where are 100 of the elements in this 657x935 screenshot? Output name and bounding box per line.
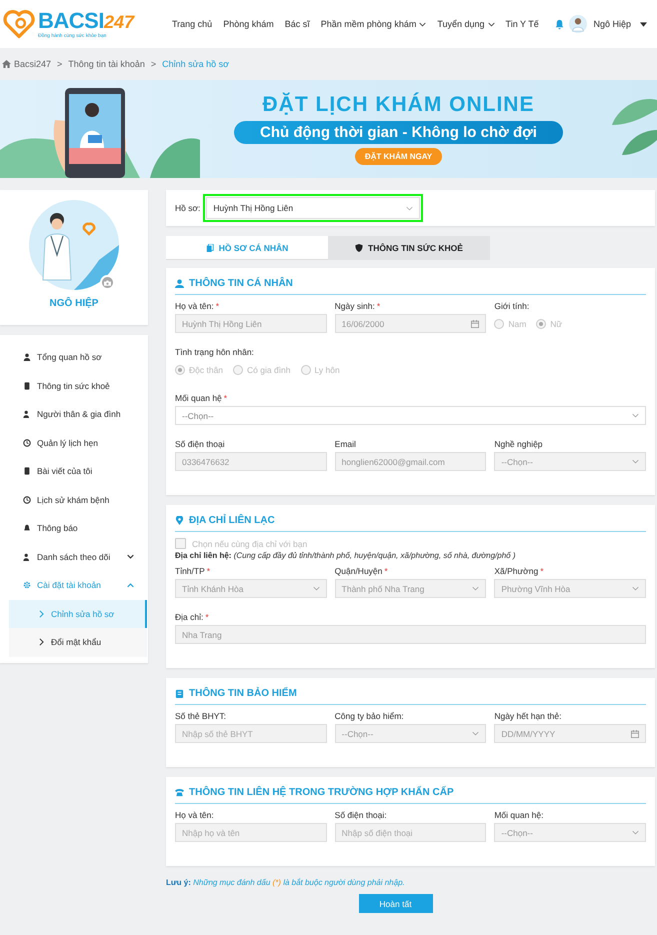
calendar-icon: [631, 730, 639, 738]
field-label: Xã/Phường: [494, 566, 538, 576]
menu-item-icon: [23, 353, 31, 362]
sidebar-item[interactable]: Tổng quan hồ sơ: [0, 343, 148, 372]
chevron-right-icon: [39, 638, 44, 646]
required-mark: *: [384, 566, 388, 576]
home-icon: [2, 60, 11, 68]
sidebar-item[interactable]: Thông báo: [0, 514, 148, 542]
field-label: Họ và tên:: [175, 301, 214, 311]
checkbox-label[interactable]: Chọn nếu cùng địa chỉ với bạn: [192, 538, 308, 548]
menu-item-icon: [23, 410, 31, 418]
record-label: Hồ sơ:: [175, 203, 200, 213]
breadcrumb-current: Chỉnh sửa hồ sơ: [162, 59, 230, 69]
chevron-right-icon: [39, 610, 44, 618]
submit-button[interactable]: Hoàn tất: [358, 894, 432, 913]
section-title: THÔNG TIN LIÊN HỆ TRONG TRƯỜNG HỢP KHẨN CẤP: [189, 787, 454, 798]
chevron-down-icon: [472, 731, 480, 736]
nav-link[interactable]: Tin Y Tế: [506, 19, 539, 29]
avatar-icon[interactable]: [569, 15, 588, 33]
user-icon: [175, 279, 184, 288]
field-label: Số điện thoại:: [334, 810, 387, 820]
menu-item-icon: [23, 438, 31, 447]
required-mark: *: [206, 566, 210, 576]
dropdown[interactable]: --Chọn--: [175, 406, 646, 425]
field-label: Giới tính:: [494, 301, 530, 311]
chevron-down-icon: [632, 830, 639, 835]
sidebar-item[interactable]: Quản lý lịch hẹn: [0, 428, 148, 457]
checkbox[interactable]: [175, 538, 186, 549]
banner-title: ĐẶT LỊCH KHÁM ONLINE: [262, 93, 534, 117]
chevron-down-icon: [406, 206, 414, 210]
shield-icon: [355, 244, 364, 252]
nav-link[interactable]: Trang chủ: [172, 19, 212, 29]
camera-button[interactable]: [100, 275, 115, 290]
field-label: Tình trạng hôn nhân:: [175, 347, 254, 357]
sidebar-item[interactable]: Lịch sử khám bệnh: [0, 486, 148, 514]
field-label: Tỉnh/TP: [175, 566, 205, 576]
field-label: Ngày sinh:: [334, 301, 375, 311]
chevron-down-icon: [632, 459, 639, 464]
chevron-down-icon: [472, 586, 480, 591]
menu-item-icon: [23, 496, 31, 504]
menu-item-icon: [23, 382, 31, 390]
menu-item-icon: [23, 467, 31, 476]
document-icon: [206, 244, 214, 252]
book-now-button[interactable]: ĐẶT KHÁM NGAY: [354, 148, 442, 165]
breadcrumb-separator: >: [150, 59, 156, 69]
required-mark: *: [205, 612, 209, 622]
required-mark: *: [540, 566, 544, 576]
address-hint: Địa chỉ liên hệ: (Cung cấp đầy đủ tỉnh/thành phố, huyện/quận, xã/phường, số nhà, đường/phố ): [175, 551, 516, 560]
logo-text: BACSI: [38, 10, 104, 32]
sidebar-item[interactable]: Cài đặt tài khoản: [0, 571, 148, 600]
sidebar-item[interactable]: Người thân & gia đình: [0, 400, 148, 428]
required-mark: *: [376, 301, 380, 311]
field-label: Mối quan hệ: [175, 393, 222, 403]
field-label: Ngày hết hạn thẻ:: [494, 711, 562, 721]
phone-icon: [175, 788, 184, 797]
tab[interactable]: HỒ SƠ CÁ NHÂN: [166, 236, 328, 260]
tab[interactable]: THÔNG TIN SỨC KHOẺ: [328, 236, 490, 260]
menu-item-icon: [23, 552, 31, 561]
field-label: Mối quan hệ:: [494, 810, 544, 820]
field-label: Họ và tên:: [175, 810, 214, 820]
nav-link[interactable]: Tuyển dụng: [437, 19, 495, 29]
caret-down-icon[interactable]: [640, 22, 647, 26]
logo-number: 247: [104, 12, 134, 32]
camera-icon: [104, 280, 111, 286]
section-title: ĐỊA CHỈ LIÊN LẠC: [189, 515, 275, 526]
location-pin-icon: [175, 516, 184, 525]
field-label: Quận/Huyện: [334, 566, 382, 576]
record-select[interactable]: Huỳnh Thị Hồng Liên: [206, 197, 420, 219]
field-label: Công ty bảo hiểm:: [334, 711, 404, 721]
submenu-item[interactable]: Chỉnh sửa hồ sơ: [9, 600, 147, 628]
nav-link[interactable]: Bác sĩ: [284, 19, 310, 29]
breadcrumb-link[interactable]: Thông tin tài khoản: [68, 59, 145, 69]
required-note: Lưu ý: Những mục đánh dấu (*) là bắt buộc người dùng phải nhập.: [166, 878, 406, 887]
heart-logo-icon: [2, 9, 36, 39]
breadcrumb-separator: >: [57, 59, 62, 69]
chevron-down-icon: [488, 22, 495, 26]
required-mark: *: [224, 393, 228, 403]
user-name[interactable]: Ngô Hiệp: [593, 19, 631, 29]
chevron-down-icon: [632, 413, 639, 418]
profile-name: NGÔ HIỆP: [50, 298, 98, 309]
menu-item-icon: [23, 524, 31, 532]
section-title: THÔNG TIN BẢO HIỂM: [189, 688, 297, 699]
chevron-down-icon: [632, 586, 639, 591]
nav-link[interactable]: Phần mềm phòng khám: [320, 19, 426, 29]
section-title: THÔNG TIN CÁ NHÂN: [189, 278, 293, 289]
clipboard-icon: [175, 689, 184, 698]
chevron-down-icon: [419, 22, 426, 26]
banner-slogan: Chủ động thời gian - Không lo chờ đợi: [234, 121, 563, 144]
sidebar-item[interactable]: Bài viết của tôi: [0, 457, 148, 486]
field-label: Email: [334, 439, 356, 449]
nav-link[interactable]: Phòng khám: [223, 19, 274, 29]
breadcrumb-link[interactable]: Bacsi247: [14, 59, 52, 69]
bell-icon[interactable]: [554, 18, 565, 30]
sidebar-item[interactable]: Danh sách theo dõi: [0, 542, 148, 571]
field-label: Nghề nghiệp: [494, 439, 543, 449]
field-label: Số điện thoại: [175, 439, 225, 449]
submenu-item[interactable]: Đổi mật khẩu: [9, 628, 147, 656]
sidebar-item[interactable]: Thông tin sức khoẻ: [0, 372, 148, 400]
field-label: Địa chỉ:: [175, 612, 204, 622]
calendar-icon: [471, 320, 480, 328]
